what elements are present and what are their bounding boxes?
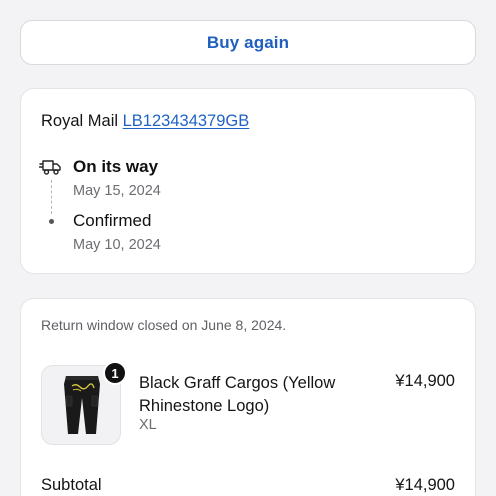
event-date-on-its-way: May 15, 2024 — [73, 183, 161, 199]
tracking-number-link[interactable]: LB123434379GB — [123, 112, 250, 130]
event-title-confirmed: Confirmed — [73, 211, 152, 230]
return-window-notice: Return window closed on June 8, 2024. — [41, 317, 287, 333]
order-items-card: Return window closed on June 8, 2024. 1 … — [20, 298, 476, 496]
buy-again-button[interactable]: Buy again — [20, 20, 476, 65]
quantity-badge: 1 — [103, 361, 127, 385]
product-name[interactable]: Black Graff Cargos (Yellow Rhinestone Lo… — [139, 372, 379, 418]
carrier-name: Royal Mail — [41, 112, 119, 130]
event-title-on-its-way: On its way — [73, 157, 159, 176]
event-date-confirmed: May 10, 2024 — [73, 237, 161, 253]
carrier-line: Royal Mail LB123434379GB — [41, 112, 249, 131]
timeline-connector — [51, 180, 52, 214]
subtotal-label: Subtotal — [41, 476, 102, 494]
shipping-card: Royal Mail LB123434379GB On its way May … — [20, 88, 476, 274]
subtotal-value: ¥14,900 — [395, 476, 455, 494]
product-price: ¥14,900 — [395, 372, 455, 390]
truck-icon — [39, 160, 61, 175]
product-variant: XL — [139, 417, 157, 433]
timeline-dot — [49, 219, 54, 224]
